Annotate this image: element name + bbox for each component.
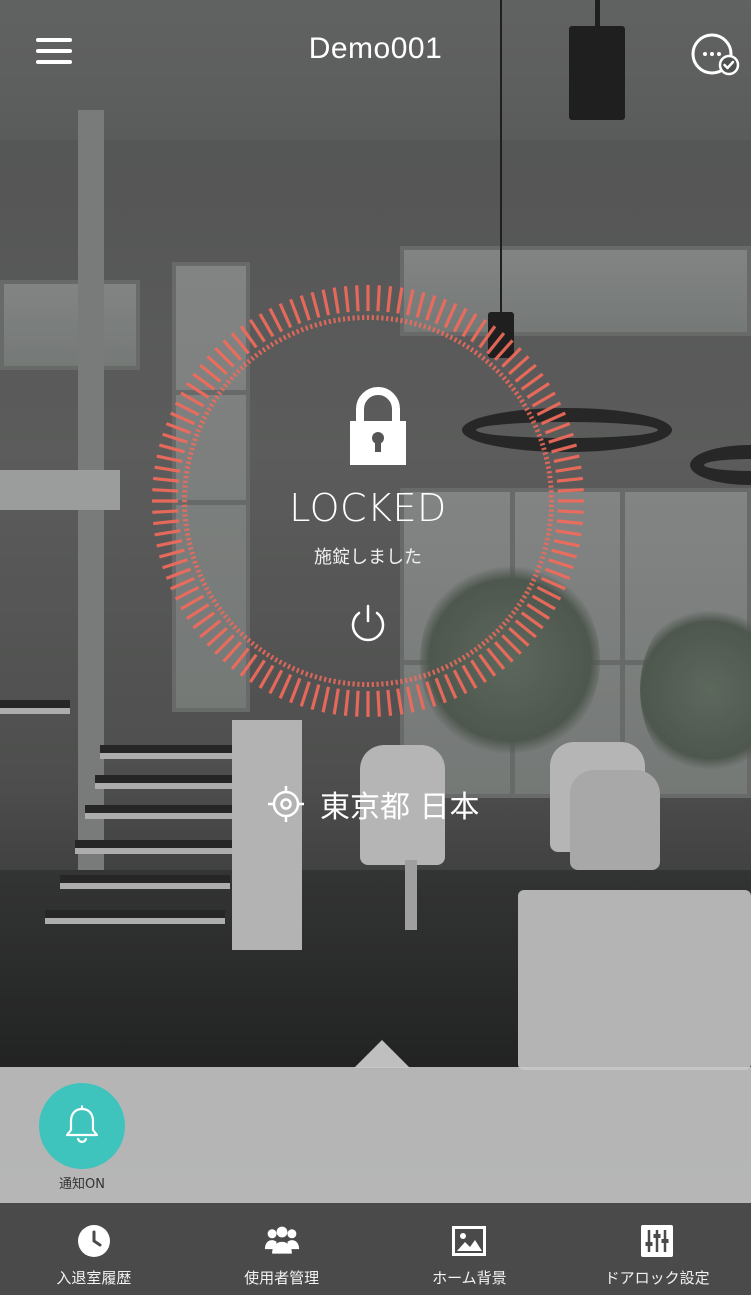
app-header: Demo001 (0, 0, 751, 100)
notification-toggle-button[interactable] (39, 1083, 125, 1169)
tab-label: ドアロック設定 (604, 1269, 710, 1287)
settings-sliders-icon (639, 1223, 675, 1259)
tab-access-history[interactable]: 入退室履歴 (0, 1203, 188, 1295)
tab-home-background[interactable]: ホーム背景 (376, 1203, 564, 1295)
tab-user-management[interactable]: 使用者管理 (188, 1203, 376, 1295)
page-title: Demo001 (308, 32, 443, 65)
chat-status-icon[interactable] (690, 32, 742, 76)
location-text: 東京都 日本 (320, 790, 480, 825)
lock-status-subtitle: 施錠しました (314, 547, 422, 568)
notification-label: 通知ON (59, 1177, 105, 1192)
clock-icon (76, 1223, 112, 1259)
location-display: 東京都 日本 (266, 782, 480, 826)
image-icon (451, 1223, 487, 1259)
users-icon (264, 1223, 300, 1259)
lock-status-label: LOCKED (289, 486, 447, 530)
crosshair-location-icon (266, 784, 306, 824)
panel-expand-handle[interactable] (354, 1040, 410, 1068)
tab-label: 入退室履歴 (56, 1269, 132, 1287)
bottom-tab-bar: 入退室履歴 使用者管理 ホーム背景 ドアロック設定 (0, 1203, 751, 1295)
bell-icon (63, 1104, 101, 1148)
tab-label: ホーム背景 (432, 1269, 507, 1287)
padlock-icon (348, 385, 408, 467)
lock-status-panel: LOCKED 施錠しました (150, 283, 586, 719)
tab-door-lock-settings[interactable]: ドアロック設定 (563, 1203, 751, 1295)
power-icon[interactable] (346, 601, 390, 645)
tab-label: 使用者管理 (244, 1269, 320, 1287)
